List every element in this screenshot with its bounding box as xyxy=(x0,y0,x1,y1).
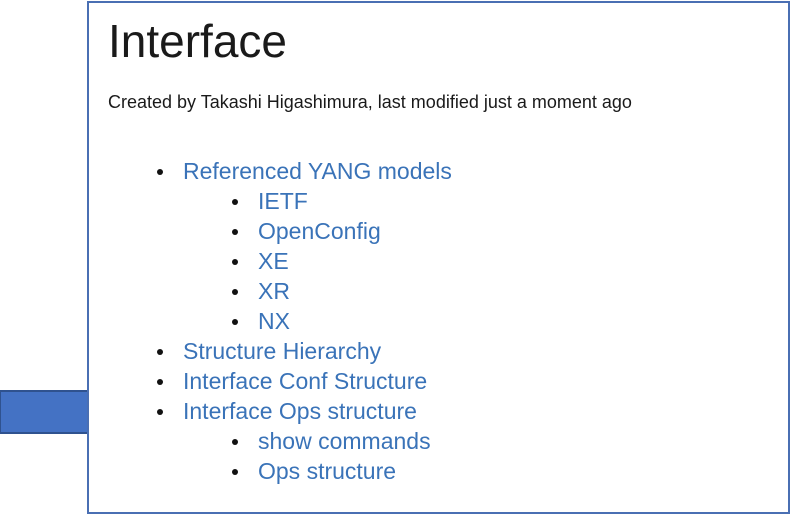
bullet-icon xyxy=(157,379,163,385)
link-ops-structure[interactable]: Ops structure xyxy=(258,458,396,484)
bullet-icon xyxy=(157,349,163,355)
bullet-icon xyxy=(232,259,238,265)
page-byline: Created by Takashi Higashimura, last mod… xyxy=(108,92,632,112)
bullet-icon xyxy=(232,199,238,205)
page-title: Interface xyxy=(108,15,287,67)
link-xe[interactable]: XE xyxy=(258,248,289,274)
list-item: XR xyxy=(232,276,452,306)
list-item: show commands xyxy=(232,426,452,456)
link-interface-ops-structure[interactable]: Interface Ops structure xyxy=(183,398,417,424)
bullet-icon xyxy=(157,169,163,175)
list-item: Ops structure xyxy=(232,456,452,486)
list-item: XE xyxy=(232,246,452,276)
link-interface-conf-structure[interactable]: Interface Conf Structure xyxy=(183,368,427,394)
bullet-icon xyxy=(232,469,238,475)
sub-list: IETF OpenConfig XE XR NX xyxy=(183,186,452,336)
link-nx[interactable]: NX xyxy=(258,308,290,334)
page-content-frame: Interface Created by Takashi Higashimura… xyxy=(87,1,790,514)
page-tree: Referenced YANG models IETF OpenConfig X… xyxy=(157,156,452,486)
bullet-icon xyxy=(232,319,238,325)
list-item: IETF xyxy=(232,186,452,216)
link-show-commands[interactable]: show commands xyxy=(258,428,431,454)
list-item: Interface Ops structure show commands Op… xyxy=(157,396,452,486)
bullet-icon xyxy=(157,409,163,415)
link-referenced-yang-models[interactable]: Referenced YANG models xyxy=(183,158,452,184)
list-item: Interface Conf Structure xyxy=(157,366,452,396)
list-item: Referenced YANG models IETF OpenConfig X… xyxy=(157,156,452,336)
list-item: NX xyxy=(232,306,452,336)
bullet-icon xyxy=(232,229,238,235)
link-ietf[interactable]: IETF xyxy=(258,188,308,214)
bullet-icon xyxy=(232,289,238,295)
link-structure-hierarchy[interactable]: Structure Hierarchy xyxy=(183,338,381,364)
sub-list: show commands Ops structure xyxy=(183,426,452,486)
list-item: OpenConfig xyxy=(232,216,452,246)
bullet-icon xyxy=(232,439,238,445)
link-xr[interactable]: XR xyxy=(258,278,290,304)
list-item: Structure Hierarchy xyxy=(157,336,452,366)
link-openconfig[interactable]: OpenConfig xyxy=(258,218,381,244)
